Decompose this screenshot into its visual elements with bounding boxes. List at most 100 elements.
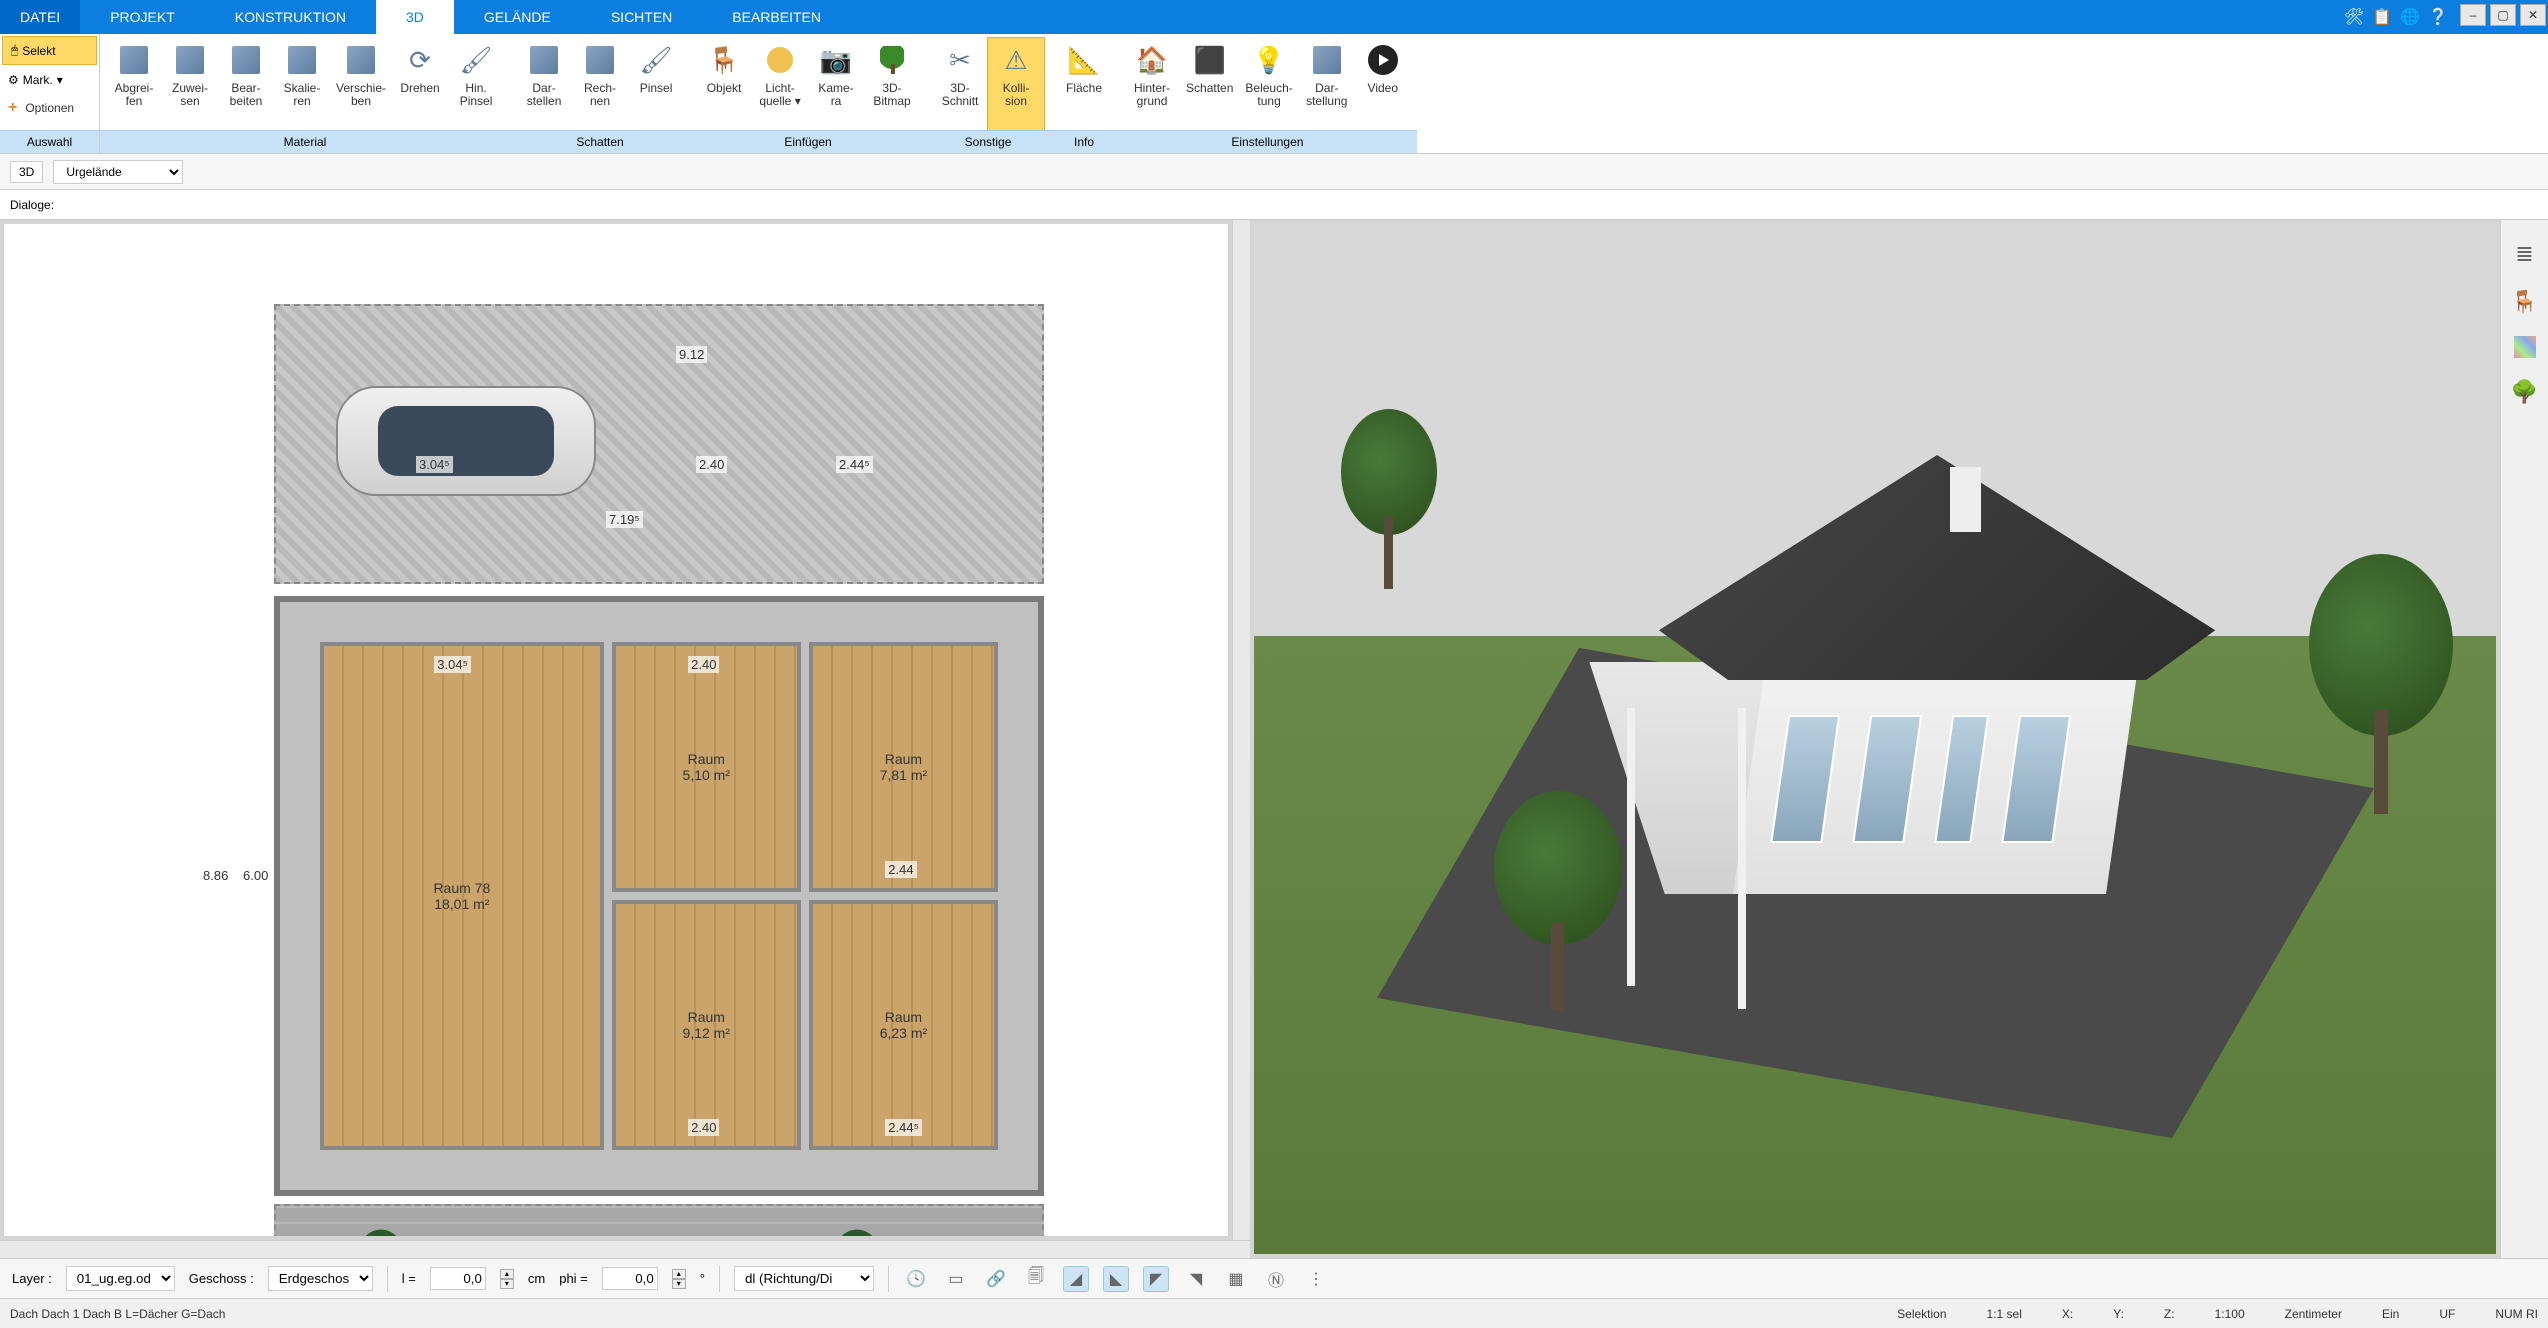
close-button[interactable]: ✕ [2520,4,2546,26]
ribbon-btn-hintergrund[interactable]: 🏠Hinter-grund [1124,38,1180,130]
bearbeiten-icon [228,42,264,78]
room-78[interactable]: Raum 7818,01 m² 3.04⁵ [320,642,604,1150]
menu-3d[interactable]: 3D [376,0,454,34]
ribbon-btn-flche[interactable]: 📐Fläche [1056,38,1112,130]
dl-select[interactable]: dl (Richtung/Di [734,1266,874,1291]
ribbon-group-einstellungen: 🏠Hinter-grund⬛Schatten💡Beleuch-tungDar-s… [1118,34,1417,153]
snap2-icon[interactable]: ◣ [1103,1266,1129,1292]
optionen-button[interactable]: Optionen [0,93,99,123]
grid-icon[interactable]: ▦ [1223,1266,1249,1292]
snap1-icon[interactable]: ◢ [1063,1266,1089,1292]
ribbon-btn-kamera[interactable]: 📷Kame-ra [808,38,864,130]
materials-icon[interactable] [2514,336,2536,358]
status-selected-object: Dach Dach 1 Dach B L=Dächer G=Dach [10,1307,225,1321]
2d-plan-view[interactable]: 9.12 3.04⁵ 7.19⁵ 2.40 2.44⁵ Raum 7818,01… [4,224,1228,1236]
ribbon-btn-darstellung[interactable]: Dar-stellung [1299,38,1355,130]
phi-spinner[interactable]: ▴▾ [672,1269,686,1289]
zuweisen-icon [172,42,208,78]
ribbon-btn-label: Dar-stellen [527,82,562,108]
layers-icon[interactable]: ≣ [2511,240,2539,268]
globe-icon[interactable]: 🌐 [2400,7,2420,27]
geschoss-select[interactable]: Erdgeschos [268,1266,373,1291]
tree-icon [1478,791,1638,1011]
ribbon-btn-dschnitt[interactable]: ✂3D-Schnitt [932,38,988,130]
ribbon-btn-label: Kame-ra [818,82,853,108]
room-3[interactable]: Raum7,81 m² 2.44 [809,642,998,892]
status-selektion: Selektion [1897,1307,1946,1321]
ribbon-btn-label: Pinsel [640,82,673,95]
clipboard-icon[interactable]: 📋 [2372,7,2392,27]
ribbon-group-label: Info [1050,130,1118,153]
ribbon-btn-zuweisen[interactable]: Zuwei-sen [162,38,218,130]
mark-button[interactable]: ⚙ Mark. ▾ [0,67,99,93]
minimize-button[interactable]: – [2460,4,2486,26]
ribbon-btn-beleuchtung[interactable]: 💡Beleuch-tung [1239,38,1298,130]
furniture-icon[interactable]: 🪑 [2511,288,2539,316]
l-spinner[interactable]: ▴▾ [500,1269,514,1289]
help-icon[interactable]: ❔ [2428,7,2448,27]
status-sel-ratio: 1:1 sel [1987,1307,2022,1321]
ribbon-btn-label: Drehen [400,82,439,95]
menu-icon[interactable]: ⋮ [1303,1266,1329,1292]
menu-datei[interactable]: DATEI [0,0,80,34]
dim-label: 8.86 [200,867,231,884]
north-icon[interactable]: Ⓝ [1263,1266,1289,1292]
room-4[interactable]: Raum9,12 m² 2.40 [612,900,801,1150]
horizontal-scrollbar-left[interactable] [0,1240,1250,1258]
vertical-scrollbar-left[interactable] [1232,220,1250,1240]
phi-unit: ° [700,1271,705,1286]
ribbon-btn-hinpinsel[interactable]: 🖌Hin.Pinsel [448,38,504,130]
ribbon-btn-objekt[interactable]: 🪑Objekt [696,38,752,130]
plants-icon[interactable]: 🌳 [2511,378,2539,406]
ribbon-btn-label: Bear-beiten [230,82,263,108]
room-2[interactable]: Raum5,10 m² 2.40 [612,642,801,892]
ribbon-btn-darstellen[interactable]: Dar-stellen [516,38,572,130]
link-icon[interactable]: 🔗 [983,1266,1009,1292]
ribbon-btn-verschieben[interactable]: Verschie-ben [330,38,392,130]
ribbon-btn-schatten[interactable]: ⬛Schatten [1180,38,1239,130]
menu-gelaende[interactable]: GELÄNDE [454,0,581,34]
bush-icon [832,1226,882,1236]
car-icon [336,386,596,496]
clock-icon[interactable]: 🕓 [903,1266,929,1292]
menu-konstruktion[interactable]: KONSTRUKTION [205,0,376,34]
ribbon-btn-lichtquelle[interactable]: Licht-quelle ▾ [752,38,808,130]
l-input[interactable] [430,1267,486,1290]
menu-projekt[interactable]: PROJEKT [80,0,205,34]
darstellen-icon [526,42,562,78]
ribbon-btn-kollision[interactable]: ⚠Kolli-sion [988,38,1044,130]
layer-select[interactable]: 01_ug.eg.od [66,1266,175,1291]
beleuchtung-icon: 💡 [1251,42,1287,78]
ribbon-btn-label: Schatten [1186,82,1233,95]
ribbon-btn-pinsel[interactable]: 🖌Pinsel [628,38,684,130]
copy-icon[interactable]: 🗐 [1023,1266,1049,1292]
rectangle-icon[interactable]: ▭ [943,1266,969,1292]
menu-sichten[interactable]: SICHTEN [581,0,702,34]
ribbon-btn-abgreifen[interactable]: Abgrei-fen [106,38,162,130]
selekt-button[interactable]: 🖱 Selekt [2,36,97,65]
tree-icon [1329,409,1449,589]
l-label: l = [402,1271,416,1286]
ribbon-btn-video[interactable]: Video [1355,38,1411,130]
phi-input[interactable] [602,1267,658,1290]
room-5[interactable]: Raum6,23 m² 2.44⁵ [809,900,998,1150]
snap3-icon[interactable]: ◤ [1143,1266,1169,1292]
tools-icon[interactable]: 🛠 [2344,7,2364,27]
ribbon-btn-bearbeiten[interactable]: Bear-beiten [218,38,274,130]
ribbon-btn-drehen[interactable]: ⟳Drehen [392,38,448,130]
ribbon-btn-skalieren[interactable]: Skalie-ren [274,38,330,130]
3d-view[interactable] [1254,224,2496,1254]
menu-bearbeiten[interactable]: BEARBEITEN [702,0,851,34]
terrace-area: 9.12 [274,1204,1044,1236]
ribbon-group-info: 📐FlächeInfo [1050,34,1118,153]
ribbon-auswahl-group: 🖱 Selekt ⚙ Mark. ▾ Optionen Auswahl [0,34,100,153]
ribbon-btn-rechnen[interactable]: Rech-nen [572,38,628,130]
ribbon-group-material: Abgrei-fenZuwei-sen Bear-beiten Skalie-ren… [100,34,510,153]
dim-label: 2.40 [688,1119,719,1136]
snap4-icon[interactable]: ◥ [1183,1266,1209,1292]
dim-label: 2.44⁵ [885,1119,922,1136]
terrain-select[interactable]: Urgelände [53,160,183,184]
maximize-button[interactable]: ▢ [2490,4,2516,26]
rechnen-icon [582,42,618,78]
ribbon-btn-dbitmap[interactable]: 3D-Bitmap [864,38,920,130]
